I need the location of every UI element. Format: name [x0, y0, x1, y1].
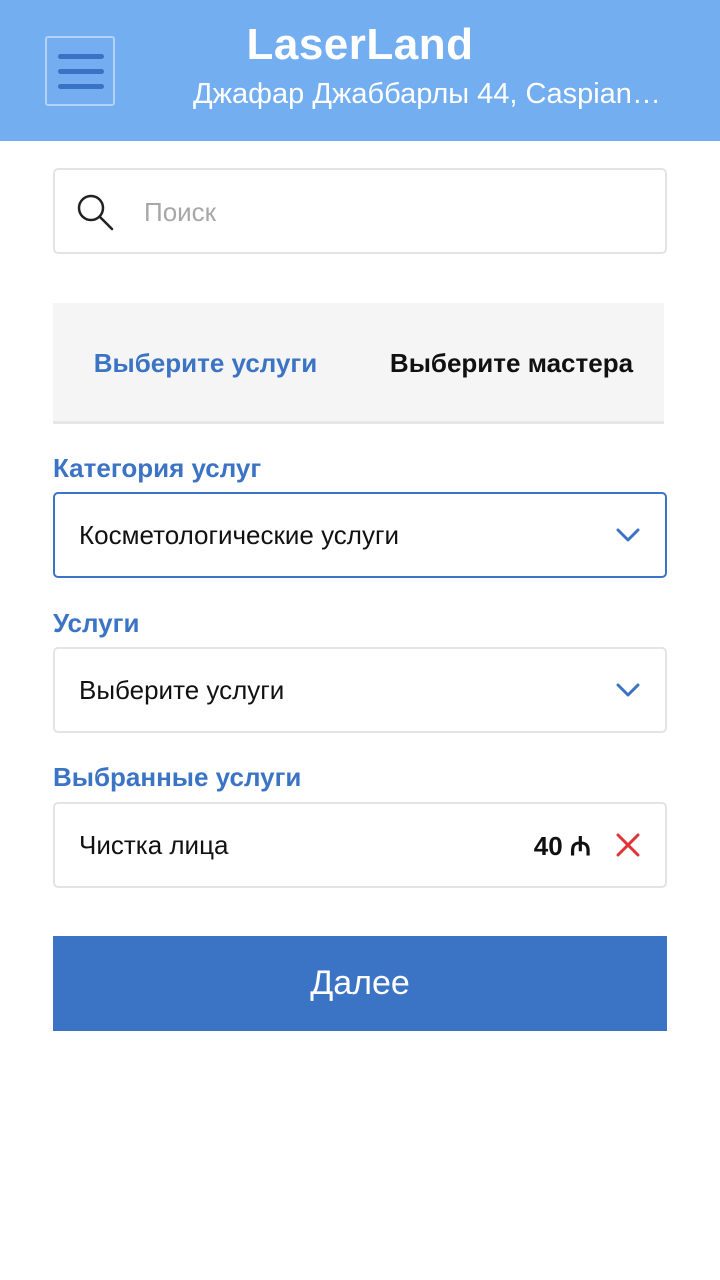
app-title: LaserLand	[246, 20, 474, 69]
app-header: LaserLand Джафар Джаббарлы 44, Caspian P…	[0, 0, 720, 141]
services-select[interactable]: Выберите услуги	[53, 647, 667, 733]
selected-service-price: 40 ₼	[533, 831, 591, 861]
tab-select-master[interactable]: Выберите мастера	[359, 303, 664, 424]
services-label: Услуги	[53, 608, 140, 638]
search-icon	[77, 194, 114, 231]
category-select-value: Косметологические услуги	[79, 519, 399, 550]
services-select-value: Выберите услуги	[79, 674, 285, 705]
category-select[interactable]: Косметологические услуги	[53, 492, 667, 578]
chevron-down-icon	[616, 683, 640, 697]
selected-service-item: Чистка лица 40 ₼	[53, 802, 667, 888]
tab-bar: Выберите услуги Выберите мастера	[53, 303, 664, 724]
selected-services-label: Выбранные услуги	[53, 762, 302, 792]
selected-service-name: Чистка лица	[79, 829, 229, 860]
salon-address[interactable]: Джафар Джаббарлы 44, Caspian Plaza	[193, 78, 663, 111]
category-label: Категория услуг	[53, 453, 262, 483]
menu-button[interactable]	[45, 36, 115, 106]
search-box[interactable]	[53, 168, 667, 254]
close-icon[interactable]	[615, 832, 641, 858]
search-input[interactable]	[142, 188, 642, 236]
tab-select-services[interactable]: Выберите услуги	[53, 303, 358, 424]
next-button[interactable]: Далее	[53, 936, 667, 1031]
chevron-down-icon	[616, 528, 640, 542]
